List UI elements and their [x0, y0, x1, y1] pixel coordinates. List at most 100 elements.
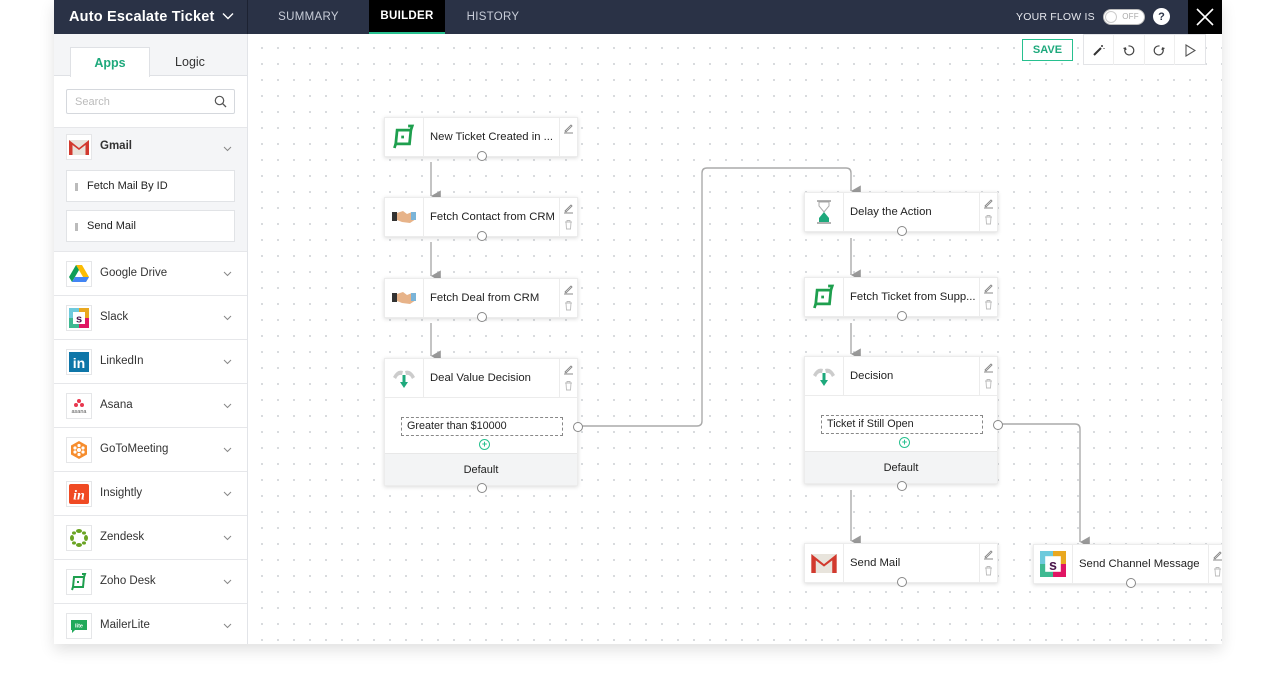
tab-history[interactable]: HISTORY [445, 0, 541, 34]
drag-handle-icon[interactable] [75, 183, 78, 191]
flow-node-trigger[interactable]: New Ticket Created in ... [384, 117, 578, 161]
app-item-insightly[interactable]: in Insightly [54, 471, 247, 515]
edit-icon[interactable] [983, 281, 994, 294]
linkedin-icon: in [66, 349, 92, 375]
toggle-knob [1104, 11, 1117, 23]
search-input[interactable]: Search [66, 89, 235, 114]
output-port[interactable] [1126, 578, 1136, 588]
condition-box[interactable]: Ticket if Still Open [821, 415, 983, 434]
auto-arrange-button[interactable] [1084, 35, 1115, 65]
chevron-down-icon [223, 403, 232, 409]
action-label: Fetch Mail By ID [87, 180, 168, 192]
flow-node-send-channel-message[interactable]: s Send Channel Message [1033, 544, 1222, 588]
svg-text:in: in [73, 489, 85, 504]
flow-node-fetch-ticket[interactable]: Fetch Ticket from Supp... [804, 277, 998, 321]
default-port[interactable] [897, 481, 907, 491]
flow-name: Auto Escalate Ticket [69, 9, 215, 25]
svg-text:s: s [76, 314, 82, 326]
default-branch: Default [805, 451, 997, 483]
redo-button[interactable] [1145, 35, 1175, 65]
edit-icon[interactable] [563, 362, 574, 375]
edit-icon[interactable] [563, 282, 574, 295]
app-name: Slack [100, 311, 129, 323]
app-item-asana[interactable]: asana Asana [54, 383, 247, 427]
gotomeeting-icon [66, 437, 92, 463]
app-name-gmail[interactable]: Gmail [100, 140, 132, 152]
node-title: Decision [850, 370, 894, 382]
flow-name-selector[interactable]: Auto Escalate Ticket [54, 0, 248, 34]
gmail-icon [805, 544, 844, 582]
flow-node-send-mail[interactable]: Send Mail [804, 543, 998, 587]
close-button[interactable] [1188, 0, 1222, 34]
tab-summary[interactable]: SUMMARY [248, 0, 369, 34]
edit-icon[interactable] [983, 196, 994, 209]
flow-toggle[interactable]: OFF [1102, 9, 1145, 25]
output-port[interactable] [477, 312, 487, 322]
action-item[interactable]: Fetch Mail By ID [66, 170, 235, 202]
slack-icon: s [1034, 545, 1073, 583]
app-item-mailerlite[interactable]: lite MailerLite [54, 603, 247, 644]
output-port[interactable] [477, 231, 487, 241]
app-item-zoho-desk[interactable]: Zoho Desk [54, 559, 247, 603]
decision-icon [805, 357, 844, 395]
app-item-gotomeeting[interactable]: GoToMeeting [54, 427, 247, 471]
app-item-linkedin[interactable]: in LinkedIn [54, 339, 247, 383]
delete-icon[interactable] [983, 376, 994, 389]
flow-node-delay[interactable]: Delay the Action [804, 192, 998, 236]
flow-canvas[interactable]: SAVE New Ticket Created in ... Fetch Con… [248, 34, 1222, 644]
condition-box[interactable]: Greater than $10000 [401, 417, 563, 436]
action-item[interactable]: Send Mail [66, 210, 235, 242]
app-name: Zoho Desk [100, 575, 156, 587]
save-button[interactable]: SAVE [1022, 39, 1073, 61]
chevron-down-icon[interactable] [223, 144, 232, 153]
tab-apps[interactable]: Apps [70, 47, 150, 77]
app-name: Google Drive [100, 267, 168, 279]
tab-builder[interactable]: BUILDER [369, 0, 445, 34]
google-drive-icon [66, 261, 92, 287]
flow-node-decision[interactable]: Decision Ticket if Still Open + Default [804, 356, 1003, 491]
delete-icon[interactable] [1212, 564, 1222, 577]
chevron-down-icon [223, 315, 232, 321]
app-item-slack[interactable]: s Slack [54, 295, 247, 339]
drag-handle-icon[interactable] [75, 223, 78, 231]
output-port[interactable] [897, 577, 907, 587]
flow-node-fetch-deal[interactable]: Fetch Deal from CRM [384, 278, 578, 322]
condition-port[interactable] [993, 420, 1003, 430]
delete-icon[interactable] [563, 378, 574, 391]
canvas-toolbar [1083, 34, 1206, 65]
app-item-google-drive[interactable]: Google Drive [54, 251, 247, 295]
node-title: Fetch Contact from CRM [430, 211, 555, 223]
output-port[interactable] [897, 311, 907, 321]
edit-icon[interactable] [983, 360, 994, 373]
delete-icon[interactable] [983, 297, 994, 310]
svg-text:in: in [73, 355, 85, 371]
edit-icon[interactable] [983, 547, 994, 560]
flow-node-fetch-contact[interactable]: Fetch Contact from CRM [384, 197, 578, 241]
edit-icon[interactable] [1212, 548, 1222, 561]
output-port[interactable] [477, 151, 487, 161]
undo-button[interactable] [1114, 35, 1145, 65]
edit-icon[interactable] [563, 201, 574, 214]
delete-icon[interactable] [983, 563, 994, 576]
delete-icon[interactable] [983, 212, 994, 225]
edit-icon[interactable] [563, 121, 574, 134]
default-port[interactable] [477, 483, 487, 493]
tab-logic[interactable]: Logic [150, 47, 230, 77]
delete-icon[interactable] [563, 217, 574, 230]
flow-builder-window: Auto Escalate Ticket SUMMARY BUILDER HIS… [54, 0, 1222, 644]
chevron-down-icon [223, 447, 232, 453]
output-port[interactable] [897, 226, 907, 236]
run-button[interactable] [1175, 35, 1205, 65]
magic-wand-icon [1093, 44, 1105, 56]
delete-icon[interactable] [563, 298, 574, 311]
flow-status: YOUR FLOW IS OFF [1016, 0, 1145, 34]
crm-handshake-icon [385, 279, 424, 317]
add-condition-icon[interactable]: + [899, 437, 910, 448]
flow-node-deal-decision[interactable]: Deal Value Decision Greater than $10000 … [384, 358, 583, 493]
help-button[interactable]: ? [1153, 8, 1170, 25]
condition-port[interactable] [573, 422, 583, 432]
app-item-zendesk[interactable]: Zendesk [54, 515, 247, 559]
sidebar-tabs: Apps Logic [54, 34, 247, 77]
add-condition-icon[interactable]: + [479, 439, 490, 450]
flow-status-label: YOUR FLOW IS [1016, 11, 1095, 23]
